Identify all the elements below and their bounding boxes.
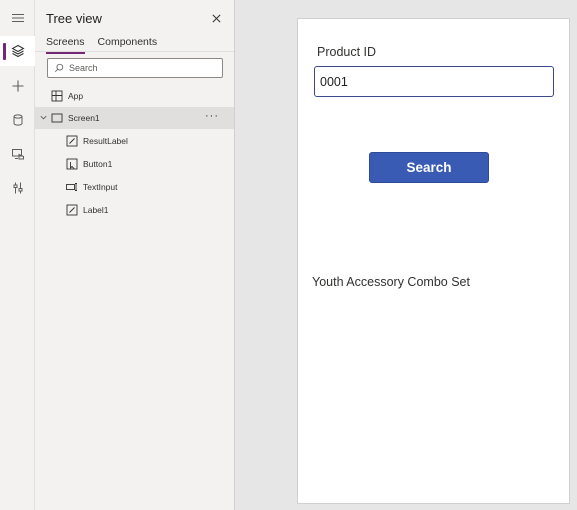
button-icon: [66, 158, 78, 170]
label-edit-icon: [66, 135, 78, 147]
screen-icon: [51, 112, 63, 124]
tree-item-label: Button1: [83, 159, 113, 169]
tabs-divider: [35, 51, 234, 52]
text-input-icon: [66, 181, 78, 193]
tree-search-box[interactable]: [47, 58, 223, 78]
tree-item-label: Label1: [83, 205, 109, 215]
media-icon: [11, 149, 24, 160]
product-id-input[interactable]: [314, 66, 554, 97]
search-icon: [54, 63, 64, 73]
tree-item-screen1[interactable]: Screen1 ···: [35, 107, 234, 129]
product-id-label: Product ID: [317, 45, 377, 59]
tree-item-resultlabel[interactable]: ResultLabel: [35, 130, 234, 152]
tree-item-label: App: [68, 91, 84, 101]
tools-icon: [13, 182, 22, 194]
screen-canvas: Product ID Search Youth Accessory Combo …: [297, 18, 570, 504]
advanced-tools-button[interactable]: [0, 173, 35, 203]
tree-item-label1[interactable]: Label1: [35, 199, 234, 221]
tree-item-textinput[interactable]: TextInput: [35, 176, 234, 198]
close-icon: [211, 13, 221, 23]
tree-item-label: ResultLabel: [83, 136, 128, 146]
data-button[interactable]: [0, 105, 35, 135]
tree-item-button1[interactable]: Button1: [35, 153, 234, 175]
label-edit-icon: [66, 204, 78, 216]
search-button[interactable]: Search: [369, 152, 489, 183]
app-icon: [51, 90, 63, 102]
app-rail: [0, 0, 35, 510]
tree-item-app[interactable]: App: [35, 85, 234, 107]
database-icon: [13, 114, 22, 126]
tree-item-label: Screen1: [68, 113, 100, 123]
media-button[interactable]: [0, 139, 35, 169]
tree-view-button[interactable]: [0, 36, 35, 66]
plus-icon: [12, 80, 23, 92]
more-options-button[interactable]: ···: [205, 110, 219, 122]
close-panel-button[interactable]: [209, 11, 223, 25]
layers-icon: [10, 44, 25, 58]
panel-title: Tree view: [46, 11, 102, 26]
insert-button[interactable]: [0, 71, 35, 101]
hamburger-menu-button[interactable]: [0, 3, 35, 33]
tree-search-input[interactable]: [69, 63, 219, 73]
result-label: Youth Accessory Combo Set: [312, 275, 470, 289]
chevron-down-icon[interactable]: [39, 113, 48, 122]
hamburger-icon: [11, 13, 24, 23]
tree-item-label: TextInput: [83, 182, 118, 192]
tree-view-panel: Tree view Screens Components App: [35, 0, 235, 510]
